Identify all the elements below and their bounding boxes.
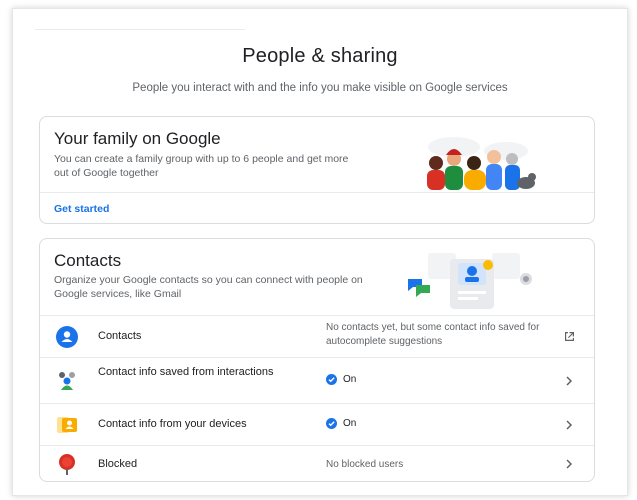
check-circle-icon [326,374,337,385]
chevron-right-icon [566,376,573,386]
contact-interactions-status: On [326,374,356,385]
open-in-new-icon[interactable] [562,330,576,344]
contacts-illustration-icon [408,253,532,309]
device-contacts-value: On [343,418,357,429]
check-circle-icon [326,418,337,429]
blocked-value: No blocked users [326,459,404,470]
device-contacts-label: Contact info from your devices [98,418,247,430]
family-card-title: Your family on Google [54,129,221,148]
contacts-card-title: Contacts [54,251,122,270]
chevron-right-icon [566,420,573,430]
people-interactions-icon [59,372,75,390]
page-title: People & sharing [242,45,398,67]
contacts-row[interactable]: Contacts No contacts yet, but some conta… [40,315,594,358]
get-started-link[interactable]: Get started [54,203,109,215]
family-illustration-icon [427,137,536,190]
contacts-row-label: Contacts [98,330,142,342]
device-contacts-status: On [326,418,356,429]
contacts-row-value: No contacts yet, but some contact info s… [326,322,540,347]
family-card: Your family on Google You can create a f… [39,116,595,224]
contacts-card: Contacts Organize your Google contacts s… [39,238,595,482]
blocked-label: Blocked [98,458,138,470]
contacts-card-description: Organize your Google contacts so you can… [54,274,363,300]
contact-interactions-label: Contact info saved from interactions [98,366,274,378]
page-subtitle: People you interact with and the info yo… [132,82,508,94]
device-contacts-icon [57,417,77,433]
top-divider [35,29,245,30]
page-frame: People & sharing People you interact wit… [12,8,628,496]
chevron-right-icon [566,459,573,469]
contact-interactions-row[interactable]: Contact info saved from interactions On [40,357,594,404]
person-circle-icon [56,326,78,348]
family-card-description: You can create a family group with up to… [54,153,349,179]
contact-interactions-value: On [343,374,357,385]
blocked-pin-icon [59,454,75,475]
page-header: People & sharing People you interact wit… [13,45,627,96]
device-contacts-row[interactable]: Contact info from your devices On [40,403,594,446]
family-card-divider [40,192,594,193]
blocked-row[interactable]: Blocked No blocked users [40,445,594,481]
